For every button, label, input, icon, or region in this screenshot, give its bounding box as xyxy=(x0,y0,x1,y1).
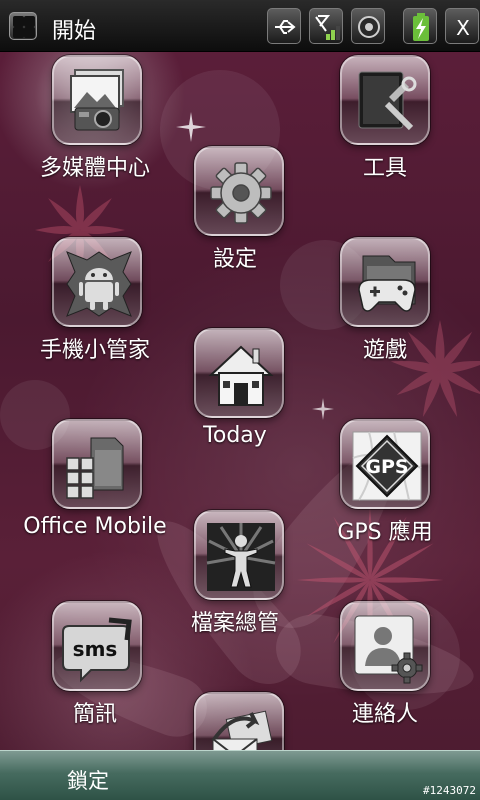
app-phone-manager[interactable]: 手機小管家 xyxy=(20,234,170,384)
svg-text:X: X xyxy=(456,16,470,40)
app-label: 多媒體中心 xyxy=(39,156,150,181)
android-icon xyxy=(52,237,142,327)
watermark-text: #1243072 xyxy=(423,784,476,797)
app-multimedia[interactable]: 多媒體中心 xyxy=(20,52,170,202)
gear-icon xyxy=(194,146,284,236)
app-label: 工具 xyxy=(362,156,407,181)
app-label: GPS 應用 xyxy=(337,520,433,545)
app-label: 檔案總管 xyxy=(190,611,279,636)
home-icon xyxy=(194,328,284,418)
app-label: 設定 xyxy=(212,247,257,272)
office-icon xyxy=(52,419,142,509)
app-label: Office Mobile xyxy=(23,514,167,539)
start-icon xyxy=(9,12,37,40)
app-gps[interactable]: GPS GPS 應用 xyxy=(310,416,460,566)
gamepad-icon xyxy=(340,237,430,327)
app-label: 連絡人 xyxy=(351,702,418,727)
status-bar: 開始 X xyxy=(0,0,480,52)
app-sms[interactable]: sms 簡訊 xyxy=(20,598,170,748)
close-button[interactable]: X xyxy=(445,8,479,44)
svg-text:sms: sms xyxy=(73,637,118,661)
start-button[interactable] xyxy=(6,9,40,43)
contacts-icon xyxy=(340,601,430,691)
signal-off-icon[interactable] xyxy=(309,8,343,44)
close-icon: X xyxy=(456,16,470,40)
speaker-icon[interactable] xyxy=(351,8,385,44)
tools-icon xyxy=(340,55,430,145)
app-label: 手機小管家 xyxy=(39,338,150,363)
app-today[interactable]: Today xyxy=(160,325,310,475)
app-label: 簡訊 xyxy=(72,702,117,727)
app-games[interactable]: 遊戲 xyxy=(310,234,460,384)
file-manager-icon xyxy=(194,510,284,600)
camera-photo-icon xyxy=(52,55,142,145)
sparkle-icon xyxy=(176,112,206,142)
app-office-mobile[interactable]: Office Mobile xyxy=(20,416,170,566)
app-tools[interactable]: 工具 xyxy=(310,52,460,202)
start-title: 開始 xyxy=(52,19,97,44)
lock-softkey[interactable]: 鎖定 xyxy=(67,765,109,795)
app-settings[interactable]: 設定 xyxy=(160,143,310,293)
gps-icon: GPS xyxy=(340,419,430,509)
sms-icon: sms xyxy=(52,601,142,691)
app-label: Today xyxy=(203,423,267,448)
svg-text:GPS: GPS xyxy=(365,456,408,478)
app-file-manager[interactable]: 檔案總管 xyxy=(160,507,310,657)
home-screen: 開始 X 多媒體中心 工具 設定 手機小管家 遊戲 Today Office M… xyxy=(0,0,480,800)
softkey-bar: 鎖定 #1243072 xyxy=(0,750,480,800)
app-label: 遊戲 xyxy=(362,338,407,363)
app-contacts[interactable]: 連絡人 xyxy=(310,598,460,748)
usb-icon[interactable] xyxy=(267,8,301,44)
battery-charging-icon[interactable] xyxy=(403,8,437,44)
